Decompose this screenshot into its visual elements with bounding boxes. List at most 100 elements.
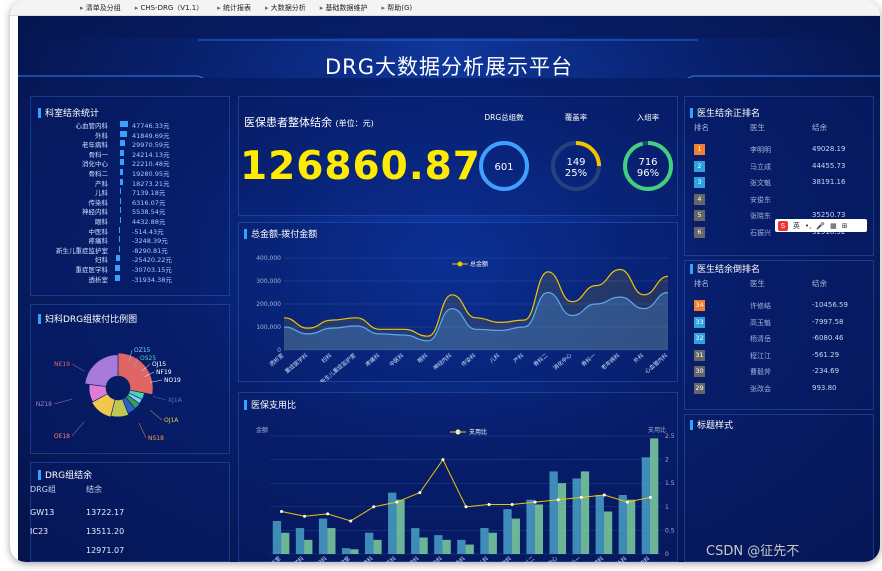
bottom-rank-head-doctor: 医生 — [750, 279, 765, 288]
dept-bar — [119, 236, 120, 243]
pie-label: OJ15 — [152, 361, 166, 368]
bar-x-tick: 透析室 — [265, 554, 283, 562]
dept-bar — [120, 169, 124, 175]
watermark: CSDN @征先不 — [706, 544, 800, 559]
dept-row: 疼痛科 -3248.39元 — [32, 235, 232, 245]
rank-badge: 6 — [694, 226, 705, 238]
drg-balance: 13511.20 — [86, 527, 125, 536]
bar-x-tick: 儿科 — [476, 554, 490, 562]
line-x-tick: 眼科 — [416, 351, 430, 365]
ime-toolbar[interactable]: S 英 •, 🎤 ▦ ⊞ — [775, 219, 867, 232]
bar-right-tick: 2 — [665, 457, 669, 464]
dept-row: 消化中心 22210.48元 — [32, 158, 232, 168]
ime-lang[interactable]: 英 — [793, 221, 800, 231]
bar-x-tick: 重症医学科 — [279, 554, 306, 562]
pie-label: OE18 — [54, 433, 70, 440]
line-x-tick: 妇科 — [320, 351, 334, 365]
dept-value: 5538.54元 — [132, 208, 166, 217]
drg-header-balance: 结余 — [86, 485, 102, 494]
drg-balance: 12971.07 — [86, 546, 125, 555]
menu-item-1[interactable]: CHS-DRG（V1.1） — [135, 3, 204, 13]
bar-series-b — [534, 504, 544, 554]
rank-value: 44455.73 — [812, 161, 846, 170]
menu-bar: 清单及分组 CHS-DRG（V1.1） 统计报表 大数据分析 基础数据维护 帮助(G) — [10, 0, 880, 16]
bar-series-a — [295, 528, 305, 554]
bar-ratio-point — [395, 500, 399, 504]
bar-left-axis-label: 金额 — [256, 426, 268, 434]
bar-ratio-point — [372, 505, 376, 509]
bar-x-tick: 产科 — [499, 554, 513, 562]
dept-row: 重症医学科 -30703.15元 — [32, 264, 232, 274]
line-x-tick: 神经内科 — [431, 351, 453, 372]
line-x-tick: 重症医学科 — [283, 351, 310, 375]
overall-unit: (单位：元) — [335, 119, 374, 128]
bar-right-tick: 1 — [665, 504, 669, 511]
line-x-tick: 儿科 — [488, 351, 502, 365]
bar-series-a — [503, 509, 512, 554]
dept-bar — [120, 130, 128, 137]
bar-ratio-point — [602, 493, 606, 497]
dept-value: 47746.33元 — [132, 122, 170, 130]
dept-name: 妇科 — [95, 256, 108, 265]
dept-value: 7139.18元 — [132, 189, 166, 198]
menu-item-2[interactable]: 统计报表 — [217, 3, 251, 13]
rank-value: -561.29 — [812, 350, 840, 359]
page-title: DRG大数据分析展示平台 — [324, 55, 574, 79]
ime-logo-icon[interactable]: S — [778, 220, 788, 231]
pie-label: NE19 — [54, 361, 70, 368]
bar-series-b — [396, 499, 405, 554]
rank-value: -6080.46 — [812, 334, 844, 342]
bar-series-b — [626, 499, 636, 554]
menu-item-5[interactable]: 帮助(G) — [381, 3, 412, 13]
bar-series-b — [580, 471, 590, 554]
rank-row: 31 程江江 -561.29 — [686, 348, 866, 364]
menu-item-0[interactable]: 清单及分组 — [80, 3, 121, 13]
drg-panel-title: DRG组结余 — [38, 468, 92, 481]
bar-ratio-point — [418, 491, 422, 495]
drg-header: DRG组 结余 — [30, 484, 102, 495]
dept-bar — [118, 245, 120, 252]
dept-value: 29970.59元 — [132, 141, 170, 150]
line-x-tick: 产科 — [512, 351, 526, 365]
app-window: 清单及分组 CHS-DRG（V1.1） 统计报表 大数据分析 基础数据维护 帮助(G) D… — [10, 0, 880, 562]
ime-keyboard-icon[interactable]: ▦ — [830, 222, 837, 230]
dept-bar — [120, 121, 128, 127]
dept-value: -514.43元 — [132, 227, 164, 236]
dept-name: 儿科 — [95, 189, 108, 198]
overall-value: 126860.87 — [240, 144, 481, 189]
ime-grid-icon[interactable]: ⊞ — [842, 222, 848, 230]
dashboard-screen: DRG大数据分析展示平台 科室结余统计 心血管内科 47746.33元 外科 4184… — [18, 16, 880, 562]
dept-name: 眼科 — [95, 218, 108, 226]
line-x-tick: 骨科一 — [579, 351, 597, 368]
rank-row: 1 李明明 49028.19 — [686, 142, 866, 158]
bar-series-b — [373, 539, 382, 554]
bar-series-a — [549, 471, 558, 554]
ime-punct-icon[interactable]: •, — [805, 222, 811, 230]
rank-badge: 32 — [694, 333, 705, 344]
bar-series-b — [350, 549, 359, 554]
dept-bar — [120, 207, 121, 214]
rank-badge: 29 — [694, 382, 705, 394]
overall-title: 医保患者整体结余 (单位：元) — [244, 114, 374, 130]
bar-series-b — [488, 532, 497, 554]
dept-row: 传染科 6316.07元 — [32, 197, 232, 207]
overall-title-text: 医保患者整体结余 — [244, 116, 332, 129]
dept-list: 心血管内科 47746.33元 外科 41849.69元 老年病科 29970.59元 骨科… — [32, 120, 232, 290]
rank-value: 993.80 — [812, 383, 837, 392]
bar-x-tick: 妇科 — [315, 554, 329, 562]
bar-ratio-point — [510, 502, 514, 506]
bar-ratio-point — [326, 512, 330, 516]
bar-right-tick: 1.5 — [665, 480, 675, 487]
ime-mic-icon[interactable]: 🎤 — [816, 222, 825, 230]
bar-series-b — [442, 539, 451, 554]
dept-bar — [115, 255, 120, 262]
rank-badge: 4 — [694, 193, 705, 205]
dept-row: 心血管内科 47746.33元 — [32, 120, 232, 130]
rank-doctor: 张改会 — [750, 384, 771, 393]
menu-item-3[interactable]: 大数据分析 — [265, 3, 306, 13]
rank-badge: 1 — [694, 144, 705, 155]
rank-doctor: 高玉魁 — [750, 318, 771, 327]
pie-label-line — [150, 410, 163, 421]
menu-item-4[interactable]: 基础数据维护 — [320, 3, 367, 13]
pie-label-line — [53, 398, 72, 405]
